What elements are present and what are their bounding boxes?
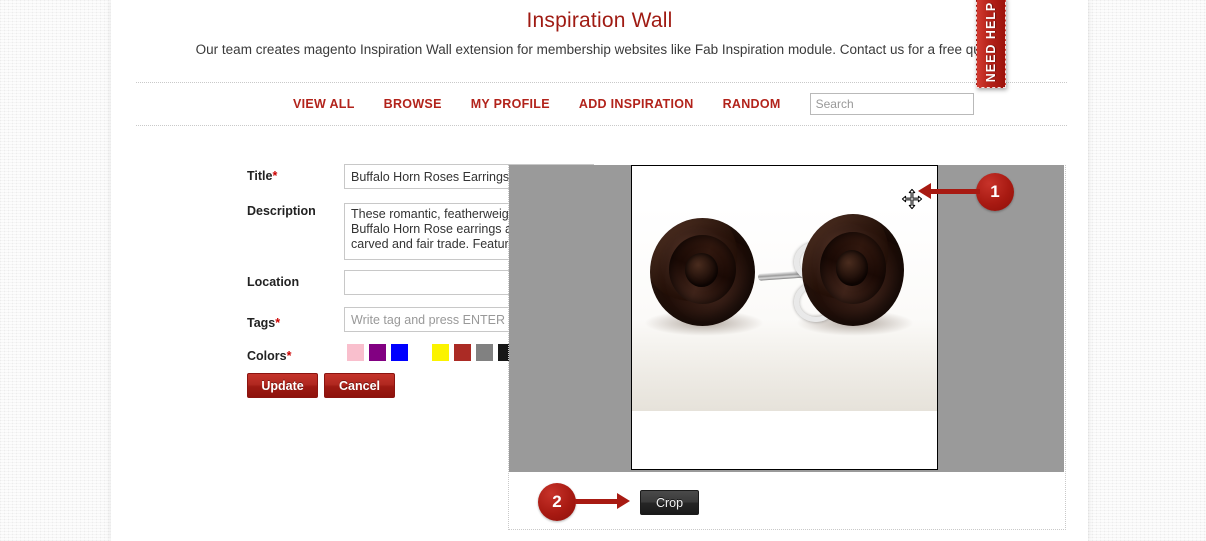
color-swatch-gray[interactable] [476,344,493,361]
color-swatch-brick-red[interactable] [454,344,471,361]
callout-arrow-1-head [918,183,931,199]
colors-required-asterisk: * [286,349,292,363]
nav-items: VIEW ALL BROWSE MY PROFILE ADD INSPIRATI… [293,93,974,115]
swatch-spacer [413,352,432,353]
tags-label: Tags* [247,316,281,330]
description-label: Description [247,204,316,218]
inspiration-photo [632,206,937,411]
color-swatch-yellow[interactable] [432,344,449,361]
callout-arrow-2-head [617,493,630,509]
page-title: Inspiration Wall [526,9,673,32]
colors-label: Colors* [247,349,292,363]
page-content: Inspiration Wall Our team creates magent… [111,0,1088,541]
color-swatch-blue[interactable] [391,344,408,361]
crop-stage[interactable] [509,165,1064,472]
carved-rose-left [650,218,755,326]
search-input[interactable] [809,93,974,115]
page-tagline: Our team creates magento Inspiration Wal… [195,42,1004,57]
update-button[interactable]: Update [247,373,318,398]
color-swatch-purple[interactable] [369,344,386,361]
need-help-tab[interactable]: NEED HELP [976,0,1006,88]
callout-arrow-1-line [930,189,980,194]
nav-item-view-all[interactable]: VIEW ALL [293,97,355,111]
crop-selection-box[interactable] [631,165,938,470]
form-actions: Update Cancel [247,373,395,398]
nav-item-browse[interactable]: BROWSE [384,97,442,111]
crop-button[interactable]: Crop [640,490,699,515]
location-label: Location [247,275,300,289]
callout-marker-1: 1 [976,173,1014,211]
color-swatch-pink[interactable] [347,344,364,361]
title-label: Title* [247,169,278,183]
nav-item-my-profile[interactable]: MY PROFILE [471,97,550,111]
carved-rose-right [802,214,904,326]
nav-item-random[interactable]: RANDOM [723,97,781,111]
need-help-label: NEED HELP [984,1,998,83]
cancel-button[interactable]: Cancel [324,373,395,398]
callout-marker-2: 2 [538,483,576,521]
callout-arrow-2-line [575,499,619,504]
tags-required-asterisk: * [275,316,281,330]
nav-item-add-inspiration[interactable]: ADD INSPIRATION [579,97,694,111]
main-navigation: VIEW ALL BROWSE MY PROFILE ADD INSPIRATI… [136,82,1067,126]
image-cropper-panel: 1 2 Crop [508,165,1066,530]
title-required-asterisk: * [272,169,278,183]
